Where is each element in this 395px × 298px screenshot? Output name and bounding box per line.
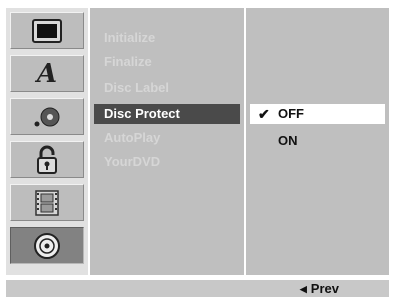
audio-icon [34, 107, 60, 126]
prev-label: Prev [310, 281, 339, 296]
disc-menu: Initialize Finalize Disc Label Disc Prot… [90, 8, 244, 275]
option-on-label: ON [278, 133, 298, 148]
menu-item-autoplay[interactable]: AutoPlay [94, 128, 240, 148]
disc-setup-tab[interactable] [10, 227, 84, 264]
menu-item-disc-protect[interactable]: Disc Protect [94, 104, 240, 124]
option-off[interactable]: ✔ OFF [250, 104, 385, 124]
prev-button[interactable]: ◀ Prev [300, 280, 339, 297]
tv-setup-tab[interactable] [10, 12, 84, 49]
menu-item-finalize[interactable]: Finalize [94, 52, 240, 72]
menu-item-initialize[interactable]: Initialize [94, 28, 240, 48]
options-panel: ✔ OFF ON [246, 8, 389, 275]
left-arrow-icon: ◀ [299, 284, 307, 294]
checkmark-icon: ✔ [258, 106, 270, 122]
option-on[interactable]: ON [250, 131, 385, 151]
language-icon: A [36, 58, 58, 89]
recording-setup-tab[interactable] [10, 184, 84, 221]
lock-icon [37, 145, 57, 174]
category-sidebar: A [6, 8, 88, 275]
menu-item-disc-label[interactable]: Disc Label [94, 78, 240, 98]
film-icon [35, 189, 59, 216]
language-setup-tab[interactable]: A [10, 55, 84, 92]
footer-bar: ◀ Prev [6, 280, 389, 297]
disc-icon [34, 232, 60, 259]
audio-setup-tab[interactable] [10, 98, 84, 135]
menu-item-yourdvd[interactable]: YourDVD [94, 152, 240, 172]
tv-icon [32, 18, 62, 43]
lock-setup-tab[interactable] [10, 141, 84, 178]
option-off-label: OFF [278, 106, 304, 121]
